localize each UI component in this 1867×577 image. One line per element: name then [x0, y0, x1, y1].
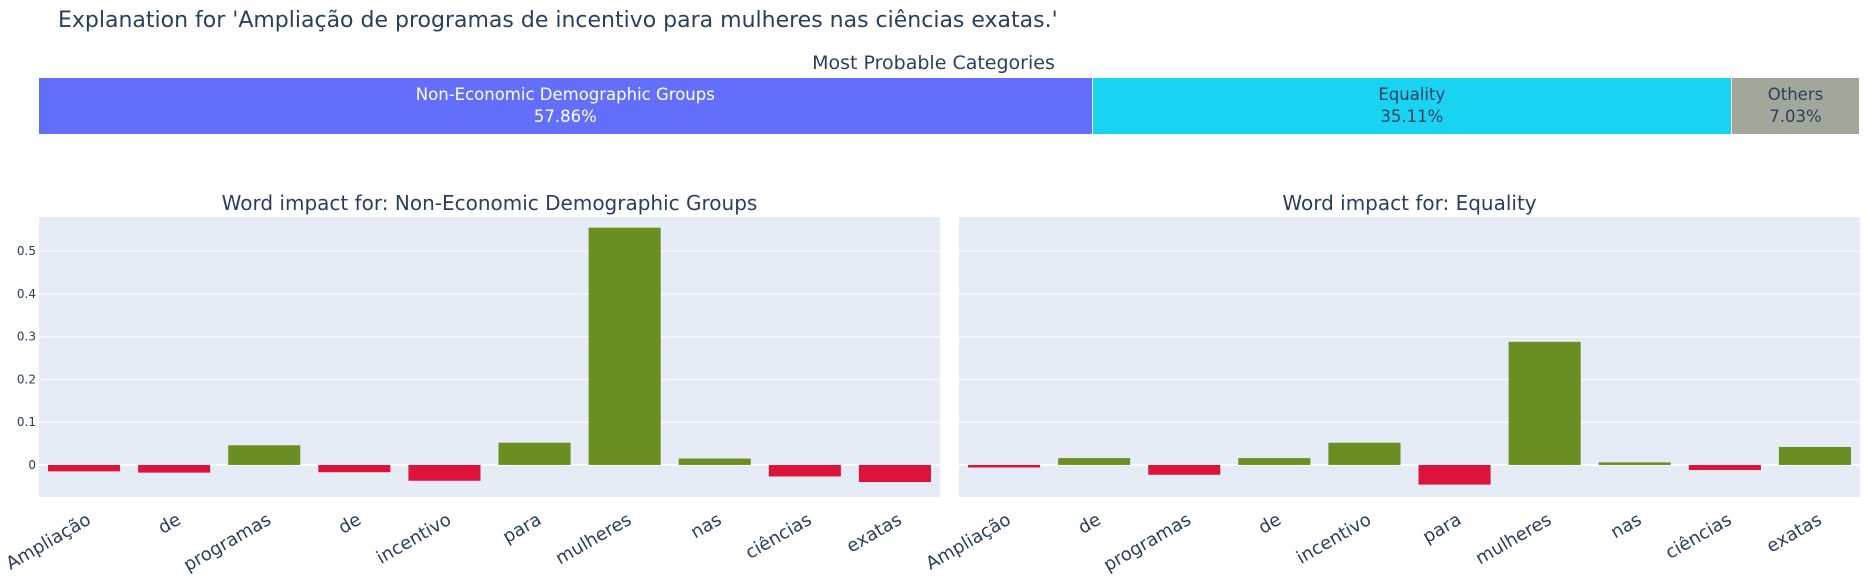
x-tick-label: nas: [687, 509, 725, 543]
y-tick-label: 0.3: [17, 330, 36, 344]
bar: [1418, 464, 1491, 485]
bar: [678, 458, 751, 465]
x-tick-label: programas: [1100, 509, 1195, 576]
x-tick-label: programas: [180, 509, 275, 576]
bar: [1598, 462, 1671, 465]
x-tick-label: ciências: [742, 509, 815, 564]
bar: [228, 445, 301, 465]
x-tick-label: para: [499, 509, 545, 548]
bar: [138, 464, 211, 473]
bar: [768, 464, 841, 477]
x-tick-label: nas: [1607, 509, 1645, 543]
bar: [968, 464, 1041, 468]
bar: [1238, 458, 1311, 465]
chart-title: Word impact for: Equality: [1282, 191, 1536, 215]
x-tick-label: de: [1075, 509, 1105, 538]
y-tick-label: 0.2: [17, 372, 36, 386]
bar: [1688, 464, 1761, 471]
bar: [1058, 458, 1131, 465]
x-tick-label: de: [335, 509, 365, 538]
bar: [1148, 464, 1221, 475]
bar: [1328, 442, 1401, 465]
chart-panel: Ampliação deprogramas de incentivo para mulhe…: [922, 191, 1860, 576]
y-tick-label: 0: [28, 458, 36, 472]
x-tick-label: exatas: [843, 509, 905, 557]
bar: [408, 464, 481, 481]
x-tick-label: para: [1419, 509, 1465, 548]
x-tick-label: ciências: [1662, 509, 1735, 564]
bar: [1508, 341, 1581, 465]
x-tick-label: Ampliação: [922, 509, 1014, 574]
x-tick-label: mulheres: [1472, 509, 1555, 569]
x-tick-label: Ampliação: [2, 509, 94, 574]
bar: [588, 227, 661, 465]
chart-title: Word impact for: Non-Economic Demographi…: [222, 191, 758, 215]
x-tick-label: exatas: [1763, 509, 1825, 557]
bar: [48, 464, 121, 472]
y-tick-label: 0.4: [17, 287, 36, 301]
bar: [1778, 446, 1851, 465]
plot-area: [39, 217, 940, 497]
word-impact-charts: 00.10.20.30.40.5Ampliação deprogramas de in…: [2, 191, 1860, 576]
x-tick-label: mulheres: [552, 509, 635, 569]
y-tick-label: 0.5: [17, 244, 36, 258]
x-tick-label: incentivo: [373, 509, 455, 568]
bar: [858, 464, 931, 483]
y-tick-label: 0.1: [17, 415, 36, 429]
x-tick-label: incentivo: [1293, 509, 1375, 568]
plot-area: [959, 217, 1860, 497]
x-tick-label: de: [155, 509, 185, 538]
x-tick-label: de: [1255, 509, 1285, 538]
bar: [498, 442, 571, 465]
bar: [318, 464, 391, 473]
chart-panel: 00.10.20.30.40.5Ampliação deprogramas de in…: [2, 191, 940, 576]
